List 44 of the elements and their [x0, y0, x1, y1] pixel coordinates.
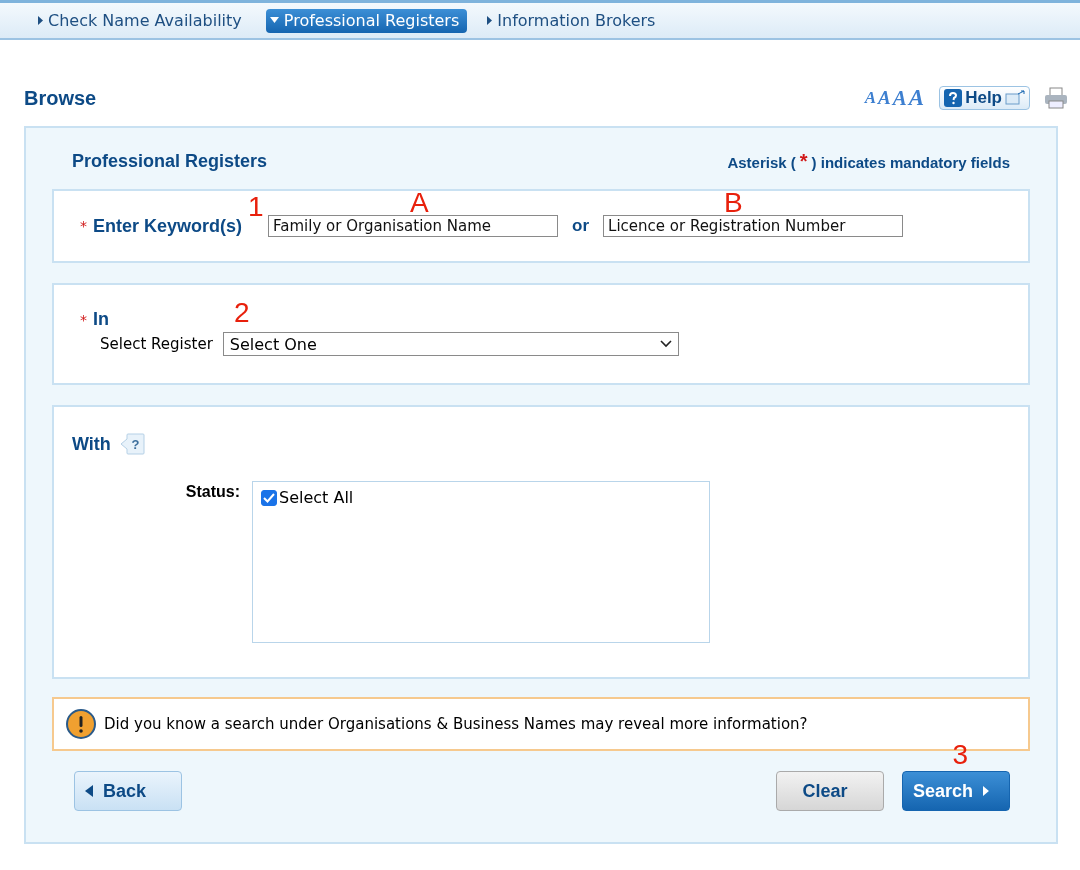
- select-label: Select Register: [100, 335, 213, 353]
- panel-title: Professional Registers: [72, 151, 268, 172]
- number-input-field[interactable]: Licence or Registration Number: [603, 215, 904, 237]
- popup-window-icon: [1005, 90, 1025, 106]
- annotation-number: 3: [952, 741, 968, 769]
- field-label: In: [93, 309, 109, 330]
- required-mark: *: [80, 311, 87, 328]
- mandatory-note: Asterisk ( * ) indicates mandatory fields: [727, 150, 1010, 173]
- checkbox[interactable]: [261, 489, 277, 506]
- back-button[interactable]: Back: [74, 771, 182, 811]
- notice-text: Did you know a search under Organisations & Business Names may reveal more information?: [104, 715, 808, 733]
- question-icon: [944, 89, 963, 107]
- search-button[interactable]: Search: [902, 771, 1010, 811]
- annotation-number: 2: [234, 299, 250, 327]
- nav-tab[interactable]: Check Name Availability: [34, 8, 250, 33]
- caret-icon: [487, 15, 493, 25]
- nav-tab[interactable]: Professional Registers: [265, 8, 468, 33]
- annotation-letter: B: [724, 189, 743, 217]
- chevron-down-icon: [659, 340, 672, 348]
- font-size-button[interactable]: A: [891, 85, 908, 111]
- required-mark: *: [80, 218, 87, 234]
- clear-button[interactable]: Clear: [776, 771, 884, 811]
- status-label: Status:: [184, 482, 241, 501]
- annotation-number: 1: [248, 193, 264, 221]
- font-size-button[interactable]: A: [877, 87, 892, 109]
- help-button[interactable]: Help: [939, 86, 1030, 110]
- register-dropdown[interactable]: Select One: [222, 332, 679, 356]
- page-title: Browse: [24, 86, 98, 110]
- or-label: or: [572, 216, 590, 236]
- font-size-button[interactable]: A: [863, 88, 878, 108]
- caret-icon: [269, 17, 279, 23]
- question-icon[interactable]: ?: [118, 433, 145, 455]
- nav-tab[interactable]: Information Brokers: [483, 8, 664, 33]
- caret-left-icon: [85, 785, 93, 797]
- caret-icon: [38, 15, 43, 25]
- caret-right-icon: [983, 785, 989, 797]
- field-label: With: [72, 433, 111, 455]
- annotation-letter: A: [410, 189, 429, 217]
- name-input-field[interactable]: Family or Organisation Name: [268, 215, 559, 237]
- field-label: Enter Keyword(s): [93, 215, 243, 237]
- exclamation-icon: [66, 709, 96, 739]
- select-all-checkbox[interactable]: Select All: [261, 488, 701, 507]
- printer-icon[interactable]: [1044, 87, 1068, 109]
- font-size-button[interactable]: A: [907, 85, 926, 111]
